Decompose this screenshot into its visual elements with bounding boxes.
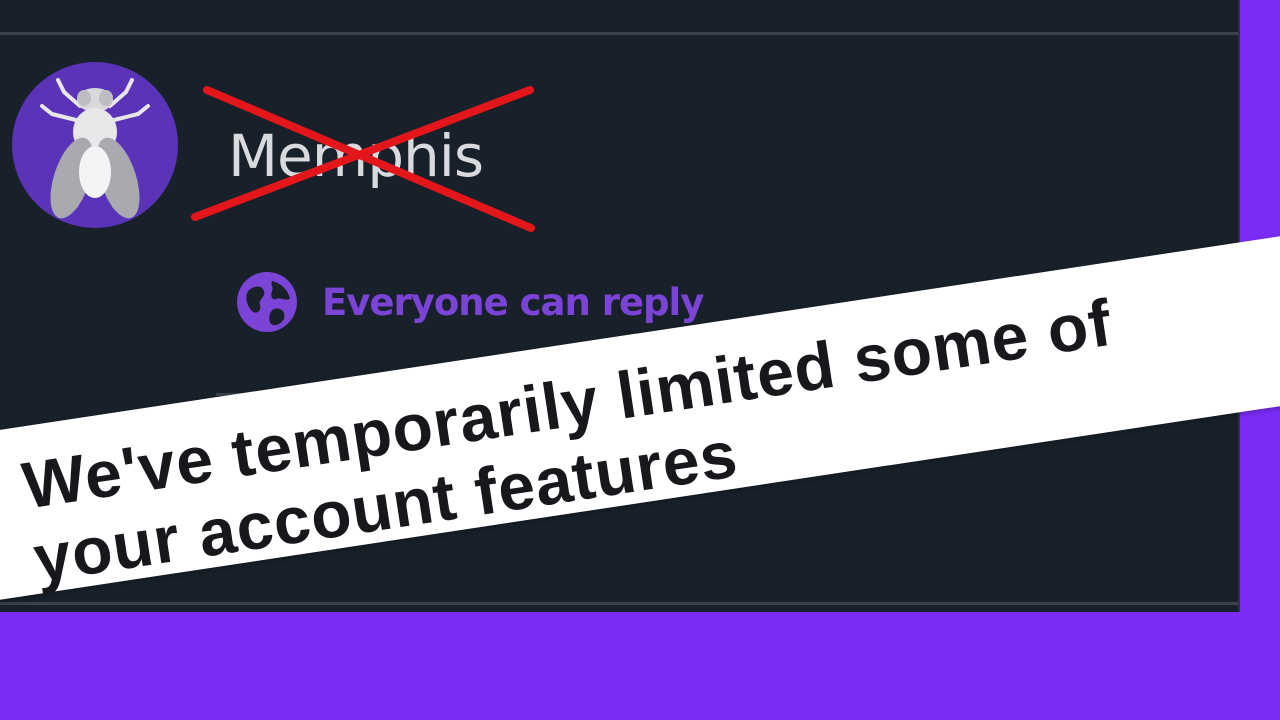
bottom-divider xyxy=(0,602,1238,605)
avatar[interactable] xyxy=(12,62,178,228)
reply-setting[interactable]: Everyone can reply xyxy=(236,270,704,334)
globe-icon xyxy=(237,272,297,332)
fly-icon xyxy=(40,78,150,219)
red-x-crossout xyxy=(191,86,535,232)
top-divider xyxy=(0,32,1238,35)
reply-setting-label: Everyone can reply xyxy=(322,280,704,324)
